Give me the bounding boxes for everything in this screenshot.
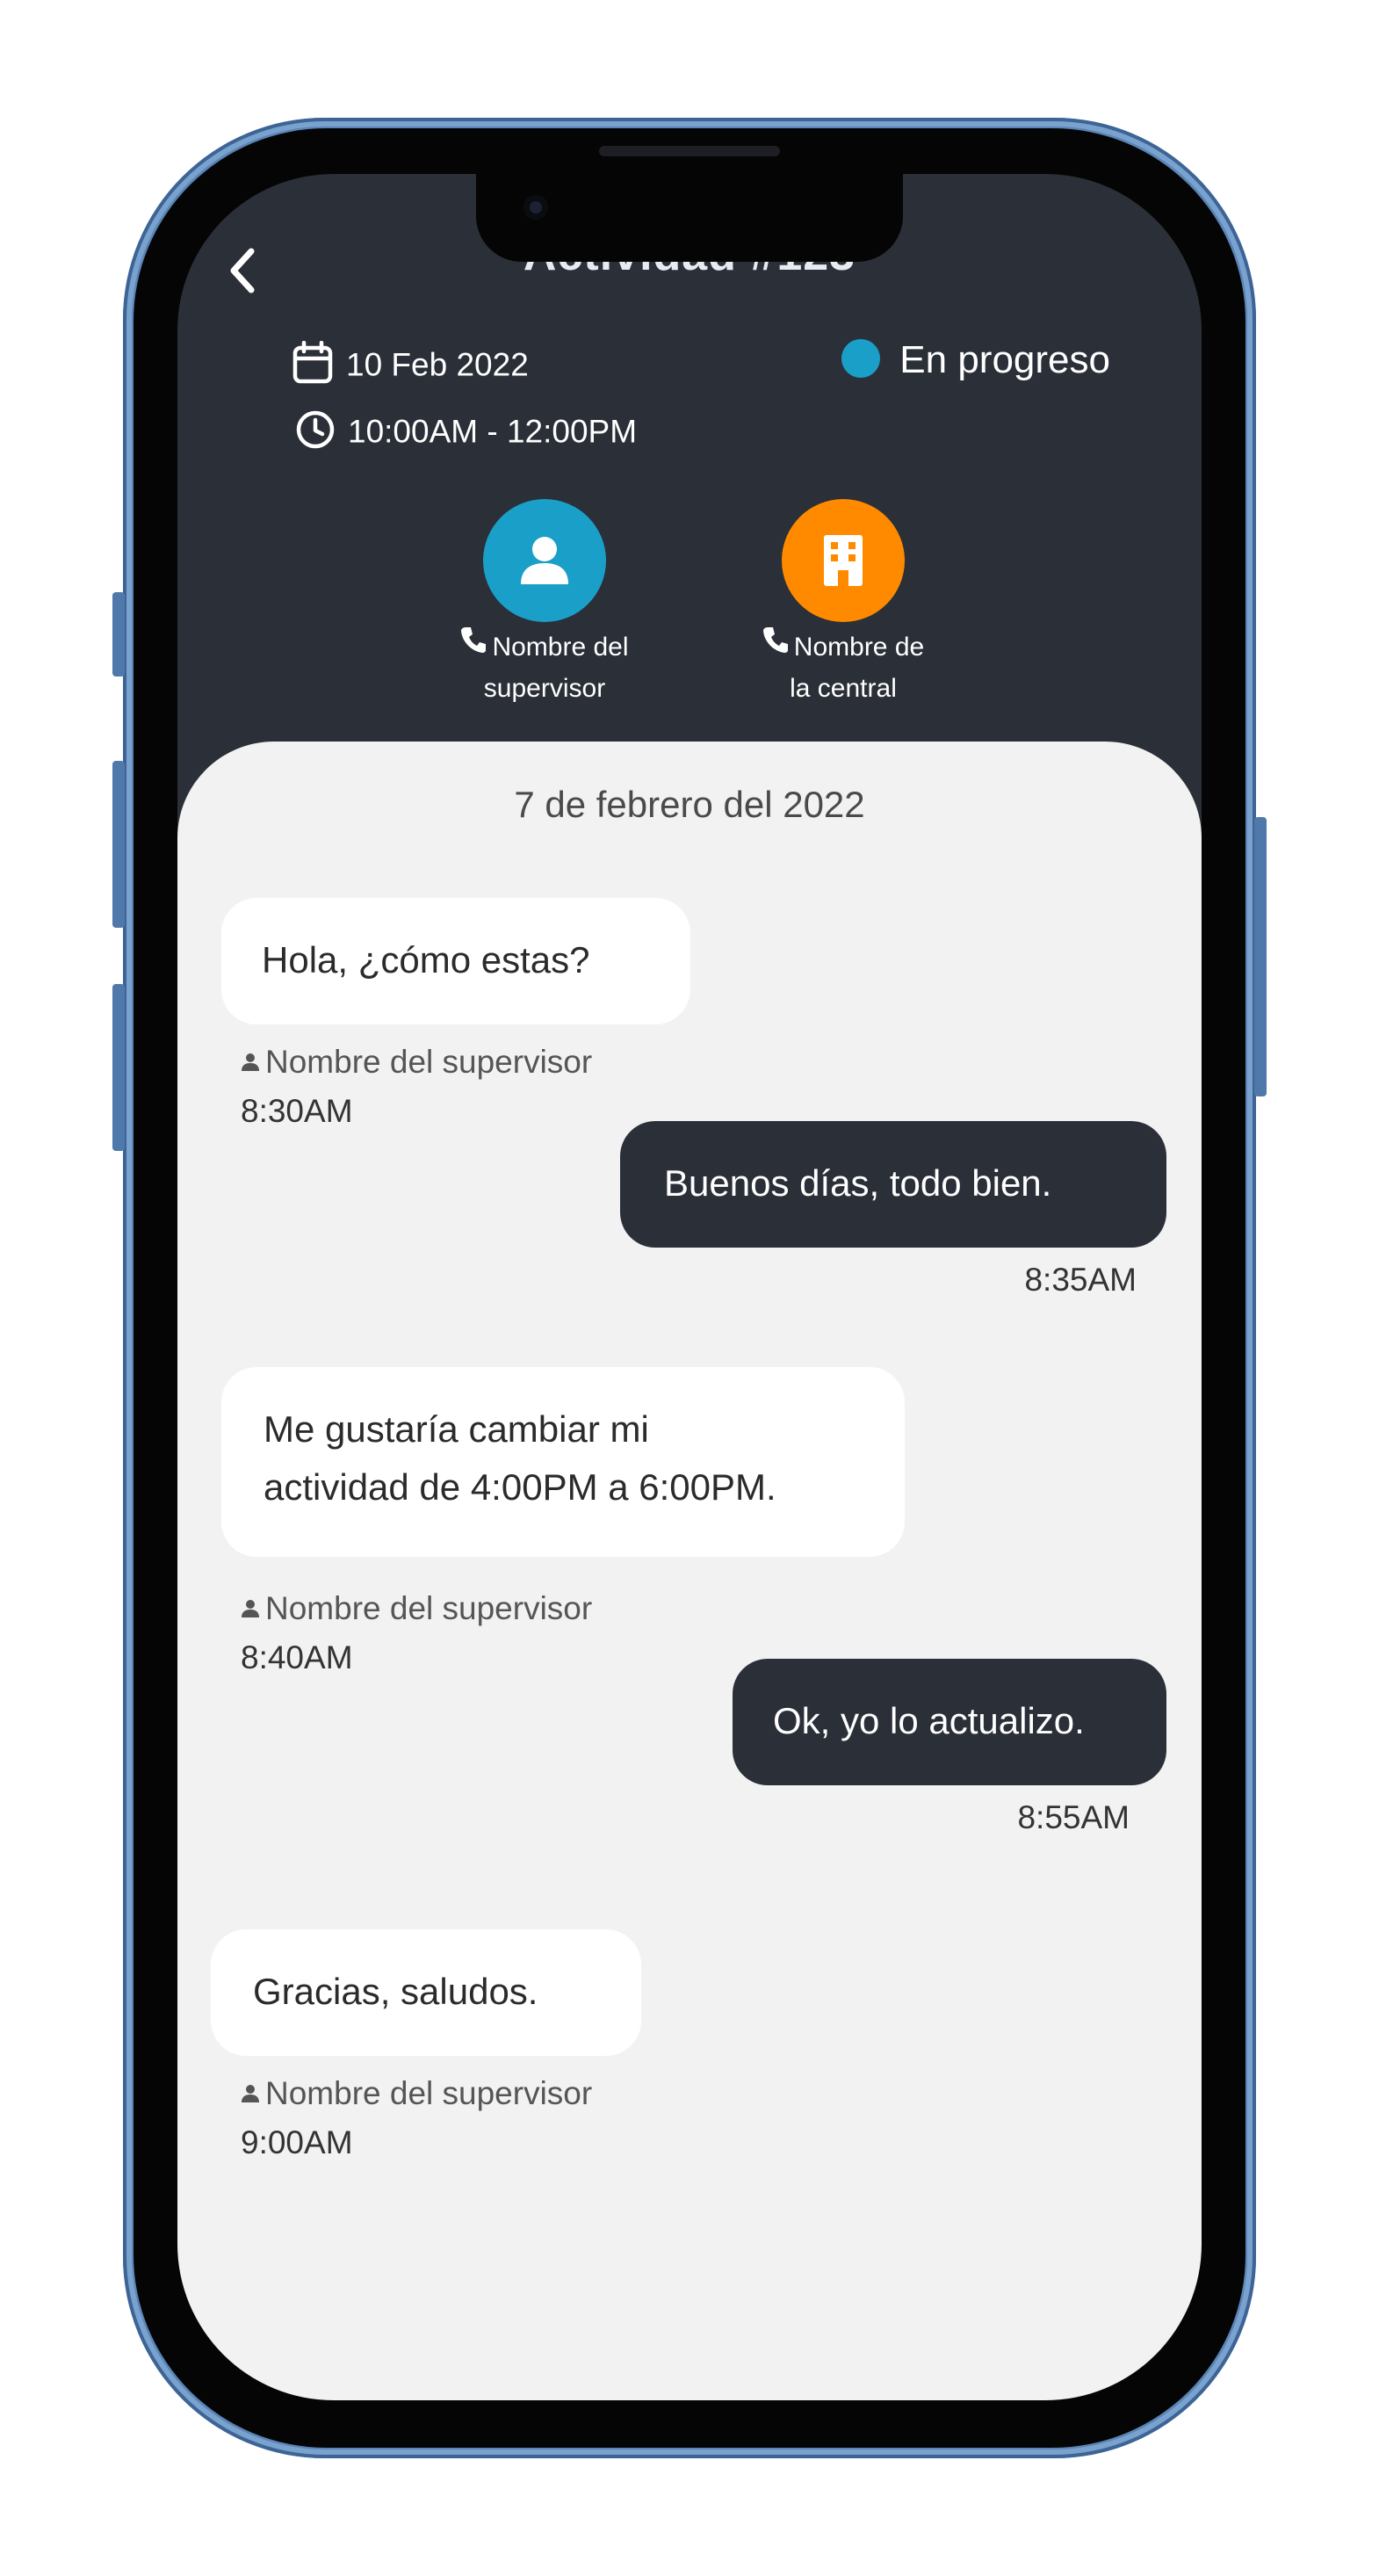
date-text: 10 Feb 2022 xyxy=(346,346,529,383)
clock-icon xyxy=(295,409,336,458)
person-icon xyxy=(241,1043,260,1080)
supervisor-avatar[interactable] xyxy=(483,499,606,622)
phone-icon xyxy=(460,626,487,666)
message-bubble-outgoing[interactable]: Buenos días, todo bien. xyxy=(620,1121,1166,1248)
power-button xyxy=(1254,817,1267,1096)
speaker-grille xyxy=(599,146,780,156)
person-icon xyxy=(241,1589,260,1626)
message-bubble-incoming[interactable]: Gracias, saludos. xyxy=(211,1929,641,2056)
activity-time: 10:00AM - 12:00PM xyxy=(295,409,637,458)
chat-panel[interactable]: 7 de febrero del 2022 Hola, ¿cómo estas?… xyxy=(177,742,1202,2400)
building-icon xyxy=(824,535,863,586)
message-sender: Nombre del supervisor xyxy=(241,1590,592,1629)
status-badge: En progreso xyxy=(841,338,1110,382)
chevron-left-icon xyxy=(230,248,255,293)
phone-icon xyxy=(762,626,789,666)
person-icon xyxy=(521,537,568,584)
message-sender: Nombre del supervisor xyxy=(241,2075,592,2114)
camera-icon xyxy=(523,195,548,220)
volume-up-button xyxy=(112,761,125,928)
mute-switch xyxy=(112,592,125,677)
back-button[interactable] xyxy=(225,244,260,297)
status-dot xyxy=(841,339,881,379)
message-bubble-outgoing[interactable]: Ok, yo lo actualizo. xyxy=(733,1659,1166,1785)
contact-supervisor[interactable]: Nombre del supervisor xyxy=(430,499,659,709)
time-range-text: 10:00AM - 12:00PM xyxy=(348,413,638,450)
message-bubble-incoming[interactable]: Me gustaría cambiar mi actividad de 4:00… xyxy=(221,1367,905,1557)
message-time: 8:40AM xyxy=(241,1639,353,1675)
message-time: 9:00AM xyxy=(241,2124,353,2160)
chat-date-label: 7 de febrero del 2022 xyxy=(514,784,865,825)
app-screen: Actividad #123 10 Feb 2022 10:00AM - 12:… xyxy=(177,174,1202,2400)
supervisor-label: Nombre del supervisor xyxy=(430,627,659,709)
central-avatar[interactable] xyxy=(782,499,905,622)
volume-down-button xyxy=(112,984,125,1151)
person-icon xyxy=(241,2074,260,2111)
central-label: Nombre de la central xyxy=(729,627,957,709)
calendar-icon xyxy=(292,340,334,393)
status-text: En progreso xyxy=(899,338,1110,381)
message-time: 8:35AM xyxy=(1024,1262,1137,1298)
message-time: 8:55AM xyxy=(1017,1799,1130,1835)
message-time: 8:30AM xyxy=(241,1093,353,1129)
contact-central[interactable]: Nombre de la central xyxy=(729,499,957,709)
message-sender: Nombre del supervisor xyxy=(241,1044,592,1082)
activity-date: 10 Feb 2022 xyxy=(292,340,529,393)
message-bubble-incoming[interactable]: Hola, ¿cómo estas? xyxy=(221,898,690,1024)
